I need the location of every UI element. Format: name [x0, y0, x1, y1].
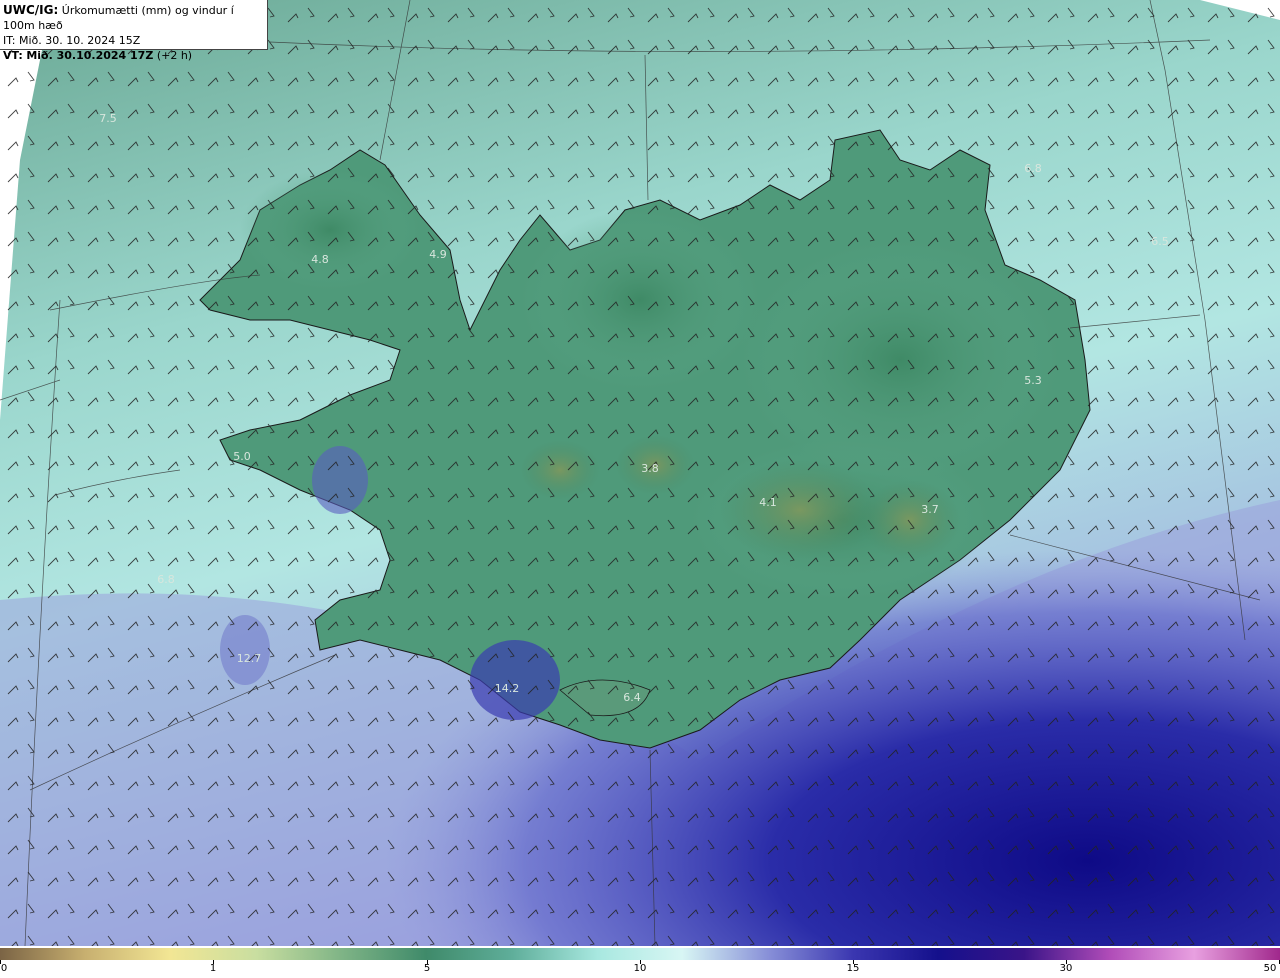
- vt-label: VT:: [3, 49, 23, 62]
- valid-time-line: VT: Mið. 30.10.2024 17Z (+2 h): [3, 48, 267, 63]
- title-line: UWC/IG: Úrkomumætti (mm) og vindur í 100…: [3, 3, 267, 33]
- map-label: 6.5: [1151, 235, 1169, 248]
- map-label: 14.2: [495, 682, 520, 695]
- map-label: 5.3: [1024, 374, 1042, 387]
- map-label: 3.8: [641, 462, 659, 475]
- weather-map: 7.5 4.8 4.9 6.8 6.5 5.3 3.8 4.1 3.7 5.0 …: [0, 0, 1280, 946]
- issue-time: Mið. 30. 10. 2024 15Z: [18, 34, 141, 47]
- valid-time: Mið. 30.10.2024 17Z: [26, 49, 154, 62]
- map-label: 4.9: [429, 248, 447, 261]
- map-label: 6.8: [1024, 162, 1042, 175]
- issue-time-line: IT: Mið. 30. 10. 2024 15Z: [3, 33, 267, 48]
- map-label: 3.7: [921, 503, 939, 516]
- map-label: 4.1: [759, 496, 777, 509]
- legend-label: 10: [633, 963, 647, 974]
- map-label: 7.5: [99, 112, 117, 125]
- legend-label: 1: [209, 963, 217, 974]
- map-label: 6.4: [623, 691, 641, 704]
- legend-label: 50: [1263, 963, 1277, 974]
- legend-label: 5: [423, 963, 431, 974]
- product-code: UWC/IG:: [3, 3, 59, 17]
- legend-label: 30: [1059, 963, 1073, 974]
- map-label: 6.8: [157, 573, 175, 586]
- it-label: IT:: [3, 34, 16, 47]
- map-label: 5.0: [233, 450, 251, 463]
- info-box: UWC/IG: Úrkomumætti (mm) og vindur í 100…: [0, 0, 268, 62]
- color-legend: 0 1 5 10 15 30 50: [0, 946, 1280, 978]
- legend-label: 15: [846, 963, 860, 974]
- map-label: 12.7: [237, 652, 262, 665]
- valid-offset: (+2 h): [156, 49, 193, 62]
- legend-label: 0: [0, 963, 8, 974]
- map-label: 4.8: [311, 253, 329, 266]
- color-scale-bar: [0, 948, 1280, 960]
